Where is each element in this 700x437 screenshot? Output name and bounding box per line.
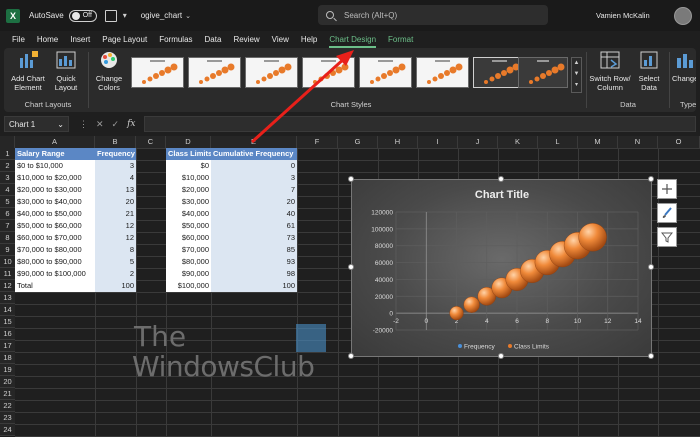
- annotation-arrow: [250, 50, 354, 144]
